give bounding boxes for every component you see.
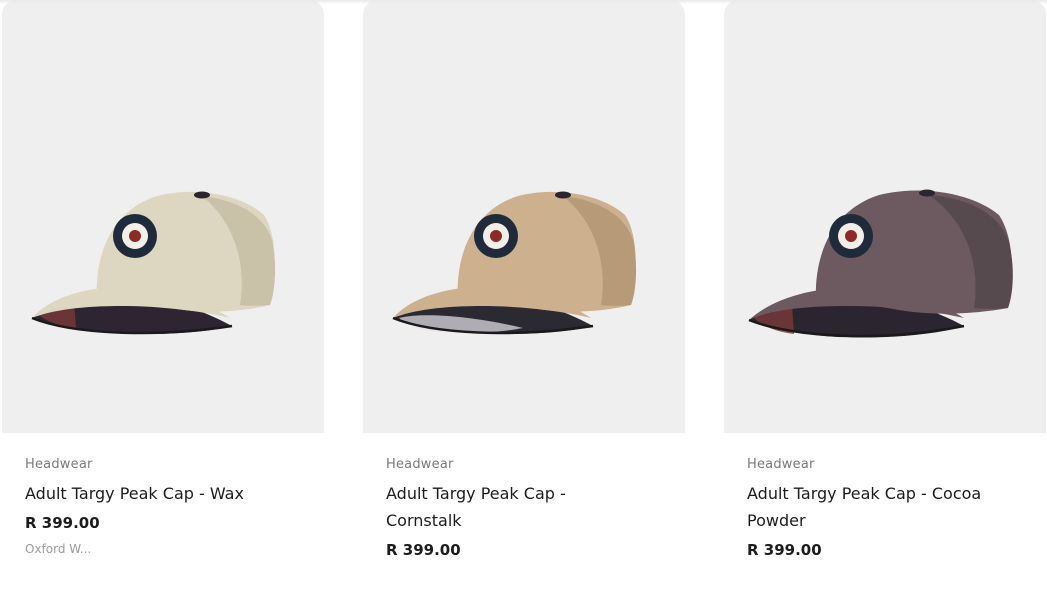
product-category: Headwear (25, 457, 93, 472)
product-brand-hint: Oxford W... (25, 542, 92, 556)
product-info: Headwear Adult Targy Peak Cap - Cocoa Po… (747, 455, 1027, 560)
product-title[interactable]: Adult Targy Peak Cap - Wax (25, 480, 305, 507)
product-category: Headwear (747, 457, 815, 472)
product-title[interactable]: Adult Targy Peak Cap - Cocoa Powder (747, 480, 987, 534)
cap-image-cocoa-powder (748, 189, 1013, 338)
product-info: Headwear Adult Targy Peak Cap - Wax R 39… (25, 455, 305, 557)
cap-image-cornstalk (392, 191, 637, 335)
product-grid: Headwear Adult Targy Peak Cap - Wax R 39… (0, 0, 1047, 600)
product-title[interactable]: Adult Targy Peak Cap - Cornstalk (386, 480, 586, 534)
product-card[interactable]: Headwear Adult Targy Peak Cap - Wax R 39… (2, 0, 324, 600)
product-image[interactable] (2, 0, 324, 433)
cap-image-wax (31, 191, 276, 335)
product-price: R 399.00 (386, 541, 461, 559)
product-price: R 399.00 (25, 514, 100, 532)
product-price: R 399.00 (747, 541, 822, 559)
product-card[interactable]: Headwear Adult Targy Peak Cap - Cornstal… (363, 0, 685, 600)
product-image[interactable] (363, 0, 685, 433)
product-info: Headwear Adult Targy Peak Cap - Cornstal… (386, 455, 666, 560)
product-card[interactable]: Headwear Adult Targy Peak Cap - Cocoa Po… (724, 0, 1046, 600)
top-edge-shadow (0, 0, 1047, 4)
product-image[interactable] (724, 0, 1046, 433)
product-category: Headwear (386, 457, 454, 472)
